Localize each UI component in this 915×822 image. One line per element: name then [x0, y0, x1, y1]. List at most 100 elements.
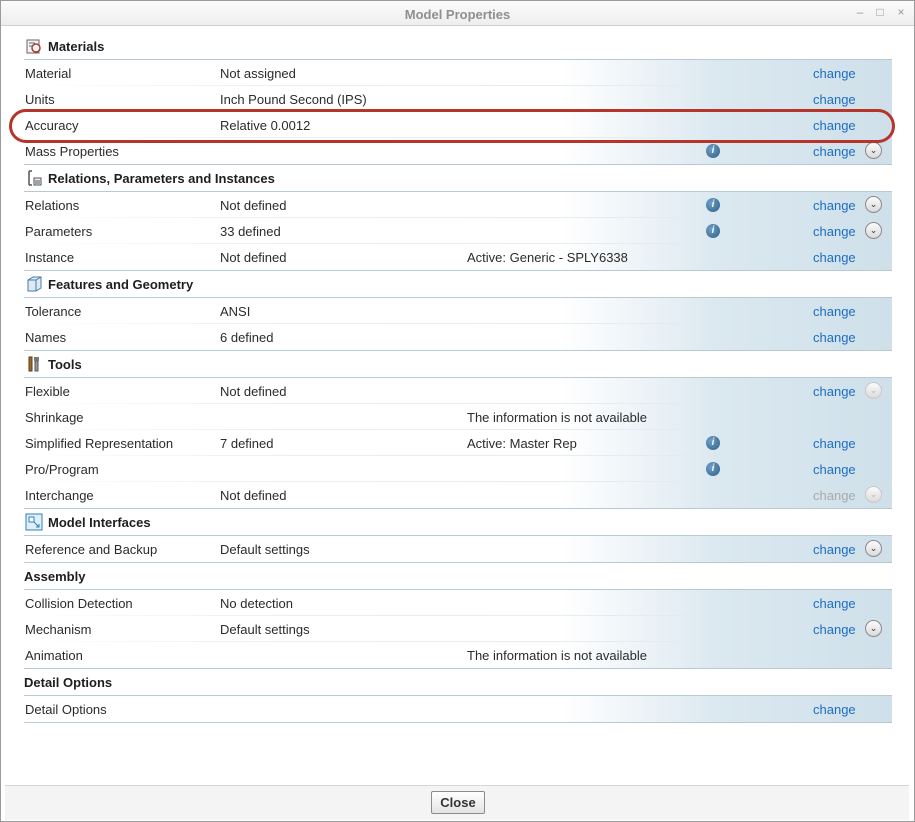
chevron-down-icon[interactable]: ⌄ [865, 620, 882, 637]
section-relations: Relations, Parameters and Instances [24, 165, 892, 192]
section-detail-options: Detail Options [24, 669, 892, 696]
section-title-features: Features and Geometry [48, 276, 194, 292]
help-icon[interactable]: i [706, 436, 720, 450]
row-units: Units Inch Pound Second (IPS) change [24, 86, 892, 112]
change-link-units[interactable]: change [813, 92, 856, 107]
row-label: Material [25, 66, 72, 81]
row-label: Instance [25, 250, 75, 265]
row-material: Material Not assigned change [24, 60, 892, 86]
row-value: Not defined [220, 198, 287, 213]
row-info: The information is not available [467, 410, 647, 425]
chevron-down-icon[interactable]: ⌄ [865, 196, 882, 213]
materials-icon [24, 36, 44, 56]
row-label: Detail Options [25, 702, 107, 717]
row-flexible: Flexible Not defined change ⌄ [24, 378, 892, 404]
row-label: Parameters [25, 224, 93, 239]
row-shrinkage: Shrinkage The information is not availab… [24, 404, 892, 430]
maximize-button[interactable]: □ [873, 5, 887, 19]
properties-panel: Materials Material Not assigned change U… [5, 27, 909, 785]
row-value: 33 defined [220, 224, 281, 239]
change-link-interchange: change [813, 488, 856, 503]
row-tolerance: Tolerance ANSI change [24, 298, 892, 324]
row-value: Not defined [220, 488, 287, 503]
row-names: Names 6 defined change [24, 324, 892, 350]
row-detail-options: Detail Options change [24, 696, 892, 722]
section-title-materials: Materials [48, 38, 105, 54]
change-link-simplified-representation[interactable]: change [813, 436, 856, 451]
properties-content: Materials Material Not assigned change U… [24, 33, 892, 723]
section-tools: Tools [24, 351, 892, 378]
row-value: Inch Pound Second (IPS) [220, 92, 367, 107]
minimize-button[interactable]: – [853, 5, 867, 19]
row-simplified-representation: Simplified Representation 7 defined Acti… [24, 430, 892, 456]
change-link-names[interactable]: change [813, 330, 856, 345]
row-label: Interchange [25, 488, 94, 503]
help-icon[interactable]: i [706, 462, 720, 476]
row-pro-program: Pro/Program i change [24, 456, 892, 482]
close-window-button[interactable]: × [894, 5, 908, 19]
interfaces-rows: Reference and Backup Default settings ch… [24, 536, 892, 563]
change-link-mechanism[interactable]: change [813, 622, 856, 637]
row-label: Animation [25, 648, 83, 663]
row-label: Reference and Backup [25, 542, 158, 557]
features-rows: Tolerance ANSI change Names 6 defined ch… [24, 298, 892, 351]
row-label: Mechanism [25, 622, 92, 637]
change-link-material[interactable]: change [813, 66, 856, 81]
window-title: Model Properties [404, 7, 511, 22]
change-link-reference-and-backup[interactable]: change [813, 542, 856, 557]
close-button[interactable]: Close [431, 791, 485, 814]
row-value: 6 defined [220, 330, 274, 345]
row-accuracy: Accuracy Relative 0.0012 change [24, 112, 892, 138]
change-link-parameters[interactable]: change [813, 224, 856, 239]
help-icon[interactable]: i [706, 224, 720, 238]
row-instance: Instance Not defined Active: Generic - S… [24, 244, 892, 270]
row-interchange: Interchange Not defined change ⌄ [24, 482, 892, 508]
row-label: Accuracy [25, 118, 79, 133]
section-title-model-interfaces: Model Interfaces [48, 514, 151, 530]
features-icon [24, 274, 44, 294]
help-icon[interactable]: i [706, 144, 720, 158]
change-link-mass-properties[interactable]: change [813, 144, 856, 159]
section-title-relations: Relations, Parameters and Instances [48, 170, 275, 186]
row-value: 7 defined [220, 436, 274, 451]
row-relations: Relations Not defined i change ⌄ [24, 192, 892, 218]
row-label: Pro/Program [25, 462, 99, 477]
change-link-pro-program[interactable]: change [813, 462, 856, 477]
change-link-tolerance[interactable]: change [813, 304, 856, 319]
row-collision-detection: Collision Detection No detection change [24, 590, 892, 616]
chevron-down-icon: ⌄ [865, 382, 882, 399]
chevron-down-icon[interactable]: ⌄ [865, 142, 882, 159]
row-mass-properties: Mass Properties i change ⌄ [24, 138, 892, 164]
tools-rows: Flexible Not defined change ⌄ Shrinkage … [24, 378, 892, 509]
row-label: Collision Detection [25, 596, 133, 611]
row-animation: Animation The information is not availab… [24, 642, 892, 668]
row-label: Simplified Representation [25, 436, 174, 451]
row-value: No detection [220, 596, 293, 611]
row-info: Active: Generic - SPLY6338 [467, 250, 628, 265]
tools-icon [24, 354, 44, 374]
section-assembly: Assembly [24, 563, 892, 590]
chevron-down-icon[interactable]: ⌄ [865, 540, 882, 557]
row-label: Names [25, 330, 67, 345]
help-icon[interactable]: i [706, 198, 720, 212]
row-label: Mass Properties [25, 144, 119, 159]
section-title-tools: Tools [48, 356, 82, 372]
row-label: Units [25, 92, 55, 107]
row-label: Shrinkage [25, 410, 84, 425]
change-link-accuracy[interactable]: change [813, 118, 856, 133]
row-label: Flexible [25, 384, 70, 399]
row-label: Tolerance [25, 304, 82, 319]
assembly-rows: Collision Detection No detection change … [24, 590, 892, 669]
dialog-footer: Close [5, 785, 909, 820]
chevron-down-icon[interactable]: ⌄ [865, 222, 882, 239]
change-link-detail-options[interactable]: change [813, 702, 856, 717]
change-link-relations[interactable]: change [813, 198, 856, 213]
title-bar: Model Properties – □ × [1, 1, 914, 26]
change-link-flexible[interactable]: change [813, 384, 856, 399]
section-title-assembly: Assembly [24, 568, 86, 584]
relations-icon [24, 168, 44, 188]
change-link-collision-detection[interactable]: change [813, 596, 856, 611]
row-value: Default settings [220, 542, 310, 557]
change-link-instance[interactable]: change [813, 250, 856, 265]
section-materials: Materials [24, 33, 892, 60]
